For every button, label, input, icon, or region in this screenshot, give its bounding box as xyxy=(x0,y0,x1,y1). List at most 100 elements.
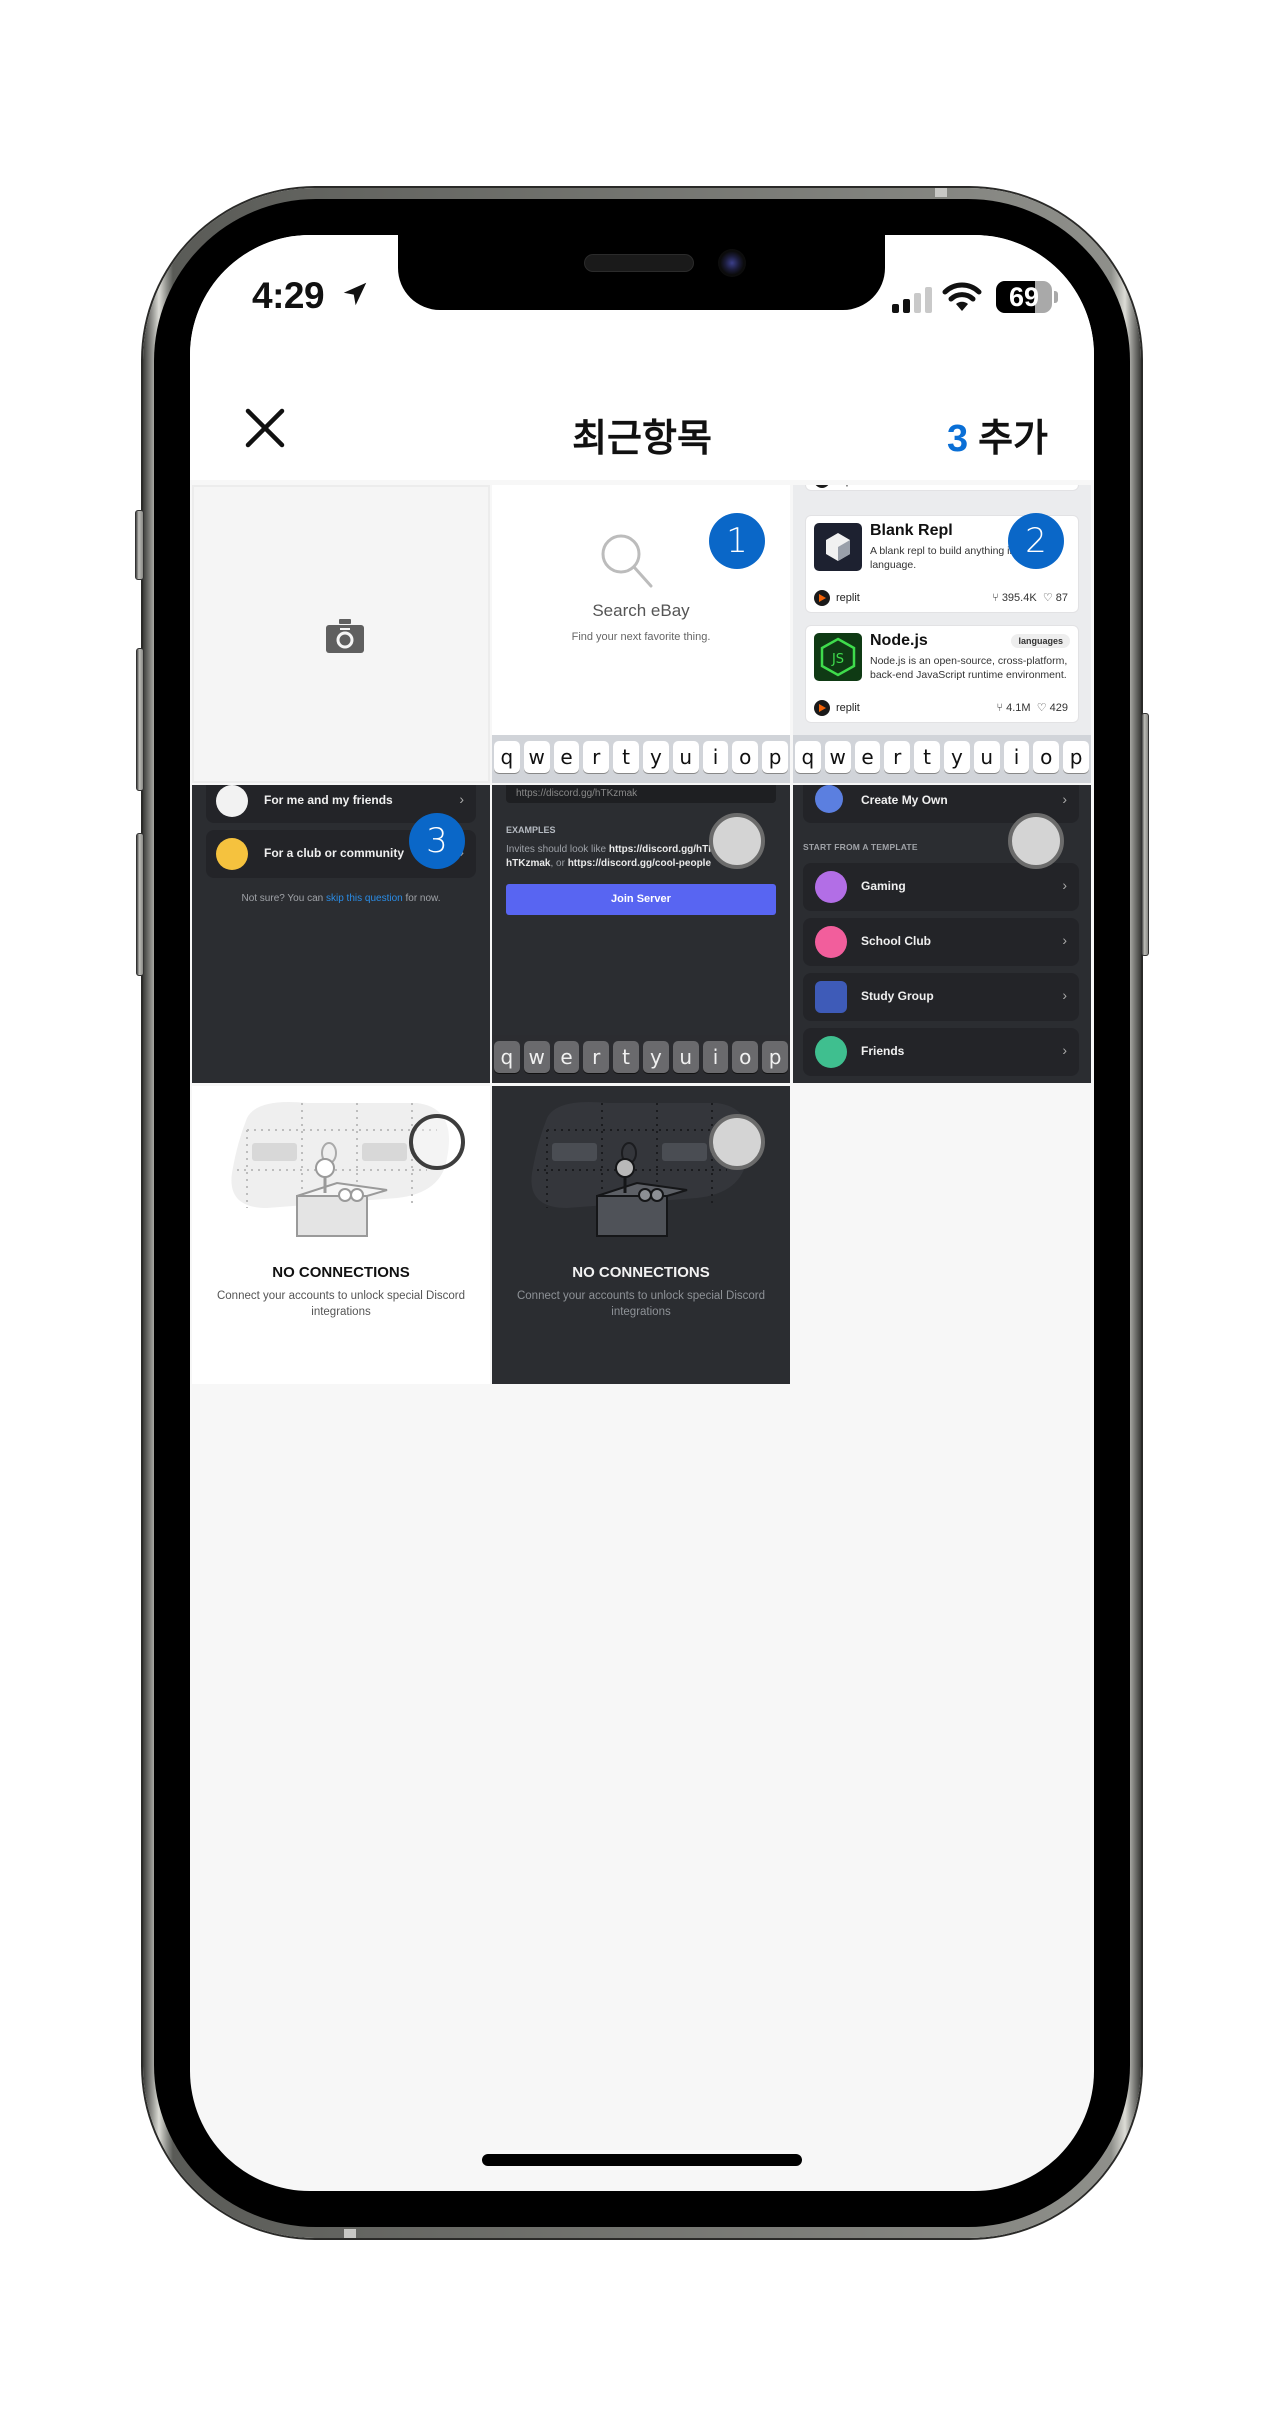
template-item: School Club › xyxy=(803,918,1079,966)
fork-count: 4.1M xyxy=(1006,702,1031,714)
home-indicator[interactable] xyxy=(482,2154,802,2166)
examples-separator: , or xyxy=(550,858,568,869)
selection-badge[interactable]: 2 xyxy=(1008,513,1064,569)
like-count: 87 xyxy=(1055,592,1068,604)
key: u xyxy=(672,741,699,773)
key: r xyxy=(583,1041,610,1073)
battery-tip xyxy=(1054,291,1058,303)
replit-card-partial: replit xyxy=(805,485,1079,491)
no-connections-title: NO CONNECTIONS xyxy=(572,1264,710,1281)
friends-illustration-icon xyxy=(815,1036,847,1068)
volume-up-button xyxy=(136,648,144,791)
study-group-illustration-icon xyxy=(815,981,847,1013)
key: o xyxy=(732,1041,759,1073)
key: i xyxy=(702,1041,729,1073)
note-text: Not sure? You can xyxy=(241,893,326,904)
selection-badge[interactable]: 1 xyxy=(709,513,765,569)
photo-thumbnail-discord-purpose[interactable]: For me and my friends › For a club or co… xyxy=(192,785,490,1083)
selected-count: 3 xyxy=(946,418,969,460)
replit-card-description: Node.js is an open-source, cross-platfor… xyxy=(870,655,1068,681)
chevron-right-icon: › xyxy=(1062,932,1067,948)
selection-circle[interactable] xyxy=(409,1114,465,1170)
key: o xyxy=(732,741,759,773)
key: q xyxy=(494,1041,520,1073)
screen: 4:29 69 최근항목 3 추가 Search eBay Find your … xyxy=(190,235,1094,2191)
photo-thumbnail-replit[interactable]: replit Blank Repl A blank repl to build … xyxy=(793,485,1091,783)
replit-avatar xyxy=(814,700,830,716)
key: i xyxy=(702,741,729,773)
key: p xyxy=(762,1041,788,1073)
template-item: Gaming › xyxy=(803,863,1079,911)
key: o xyxy=(1033,741,1060,773)
add-label: 추가 xyxy=(978,418,1048,460)
example-link: hTKzmak xyxy=(506,858,551,869)
key: t xyxy=(914,741,940,773)
selection-badge[interactable]: 3 xyxy=(409,813,465,869)
no-connections-title: NO CONNECTIONS xyxy=(272,1264,410,1281)
selection-circle[interactable] xyxy=(709,813,765,869)
keyboard-preview: q w e r t y u i o p xyxy=(492,1035,790,1083)
key: e xyxy=(553,1041,580,1073)
photo-thumbnail-ebay[interactable]: Search eBay Find your next favorite thin… xyxy=(492,485,790,783)
add-button[interactable]: 3 추가 xyxy=(947,407,1048,462)
ebay-search-subtitle: Find your next favorite thing. xyxy=(571,631,711,643)
key: e xyxy=(553,741,580,773)
antenna-band xyxy=(344,2229,356,2238)
examples-heading: EXAMPLES xyxy=(506,825,556,835)
photo-thumbnail-discord-templates[interactable]: Create My Own › START FROM A TEMPLATE Ga… xyxy=(793,785,1091,1083)
blank-repl-icon xyxy=(814,523,862,571)
key: y xyxy=(642,741,669,773)
photo-thumbnail-no-connections-dark[interactable]: NO CONNECTIONS Connect your accounts to … xyxy=(492,1086,790,1384)
example-link: https://discord.gg/cool-people xyxy=(567,858,712,869)
battery-level: 69 xyxy=(1008,282,1040,312)
discord-option-label: For me and my friends xyxy=(264,793,393,807)
replit-stats: ⑂ 395.4K ♡ 87 xyxy=(992,591,1068,604)
fork-count: 395.4K xyxy=(1001,592,1037,604)
chevron-right-icon: › xyxy=(459,791,464,807)
photo-thumbnail-discord-join[interactable]: https://discord.gg/hTKzmak EXAMPLES Invi… xyxy=(492,785,790,1083)
replit-card-tag: languages xyxy=(1011,634,1070,648)
like-count: 429 xyxy=(1049,702,1068,714)
key: r xyxy=(884,741,911,773)
key: y xyxy=(642,1041,669,1073)
chevron-right-icon: › xyxy=(1062,791,1067,807)
template-section-heading: START FROM A TEMPLATE xyxy=(803,842,918,852)
template-label: Gaming xyxy=(861,879,906,893)
fork-icon: ⑂ xyxy=(996,702,1004,714)
key: w xyxy=(523,1041,550,1073)
skip-question-link: skip this question xyxy=(325,893,403,904)
create-own-illustration-icon xyxy=(815,785,843,813)
heart-icon: ♡ xyxy=(1036,702,1047,714)
ebay-search-title: Search eBay xyxy=(592,601,690,620)
template-label: Friends xyxy=(861,1044,905,1058)
key: w xyxy=(523,741,550,773)
replit-stats: ⑂ 4.1M ♡ 429 xyxy=(996,701,1068,714)
template-label: Study Group xyxy=(861,989,934,1003)
key: u xyxy=(672,1041,699,1073)
selection-circle[interactable] xyxy=(1008,813,1064,869)
camera-capture-cell[interactable] xyxy=(192,485,490,783)
key: t xyxy=(613,741,639,773)
volume-down-button xyxy=(136,833,144,976)
replit-card: JS Node.js languages Node.js is an open-… xyxy=(805,625,1079,723)
discord-option-label: Create My Own xyxy=(861,793,948,807)
invite-link-input: https://discord.gg/hTKzmak xyxy=(506,785,776,803)
earpiece-speaker xyxy=(584,254,694,272)
join-server-button: Join Server xyxy=(506,884,776,915)
camera-icon xyxy=(326,619,364,653)
key: p xyxy=(1063,741,1089,773)
discord-skip-note: Not sure? You can skip this question for… xyxy=(192,893,490,904)
selection-circle[interactable] xyxy=(709,1114,765,1170)
wifi-icon xyxy=(942,282,982,311)
power-button xyxy=(1141,713,1149,956)
nodejs-icon: JS xyxy=(814,633,862,681)
no-connections-subtitle: Connect your accounts to unlock special … xyxy=(216,1290,465,1318)
school-club-illustration-icon xyxy=(815,926,847,958)
mute-switch xyxy=(135,510,144,580)
cube-icon xyxy=(826,533,850,561)
js-hexagon-icon: JS xyxy=(820,637,856,677)
replit-author: replit xyxy=(836,592,860,604)
photo-thumbnail-no-connections-light[interactable]: NO CONNECTIONS Connect your accounts to … xyxy=(192,1086,490,1384)
search-icon xyxy=(601,534,653,588)
key: r xyxy=(583,741,610,773)
